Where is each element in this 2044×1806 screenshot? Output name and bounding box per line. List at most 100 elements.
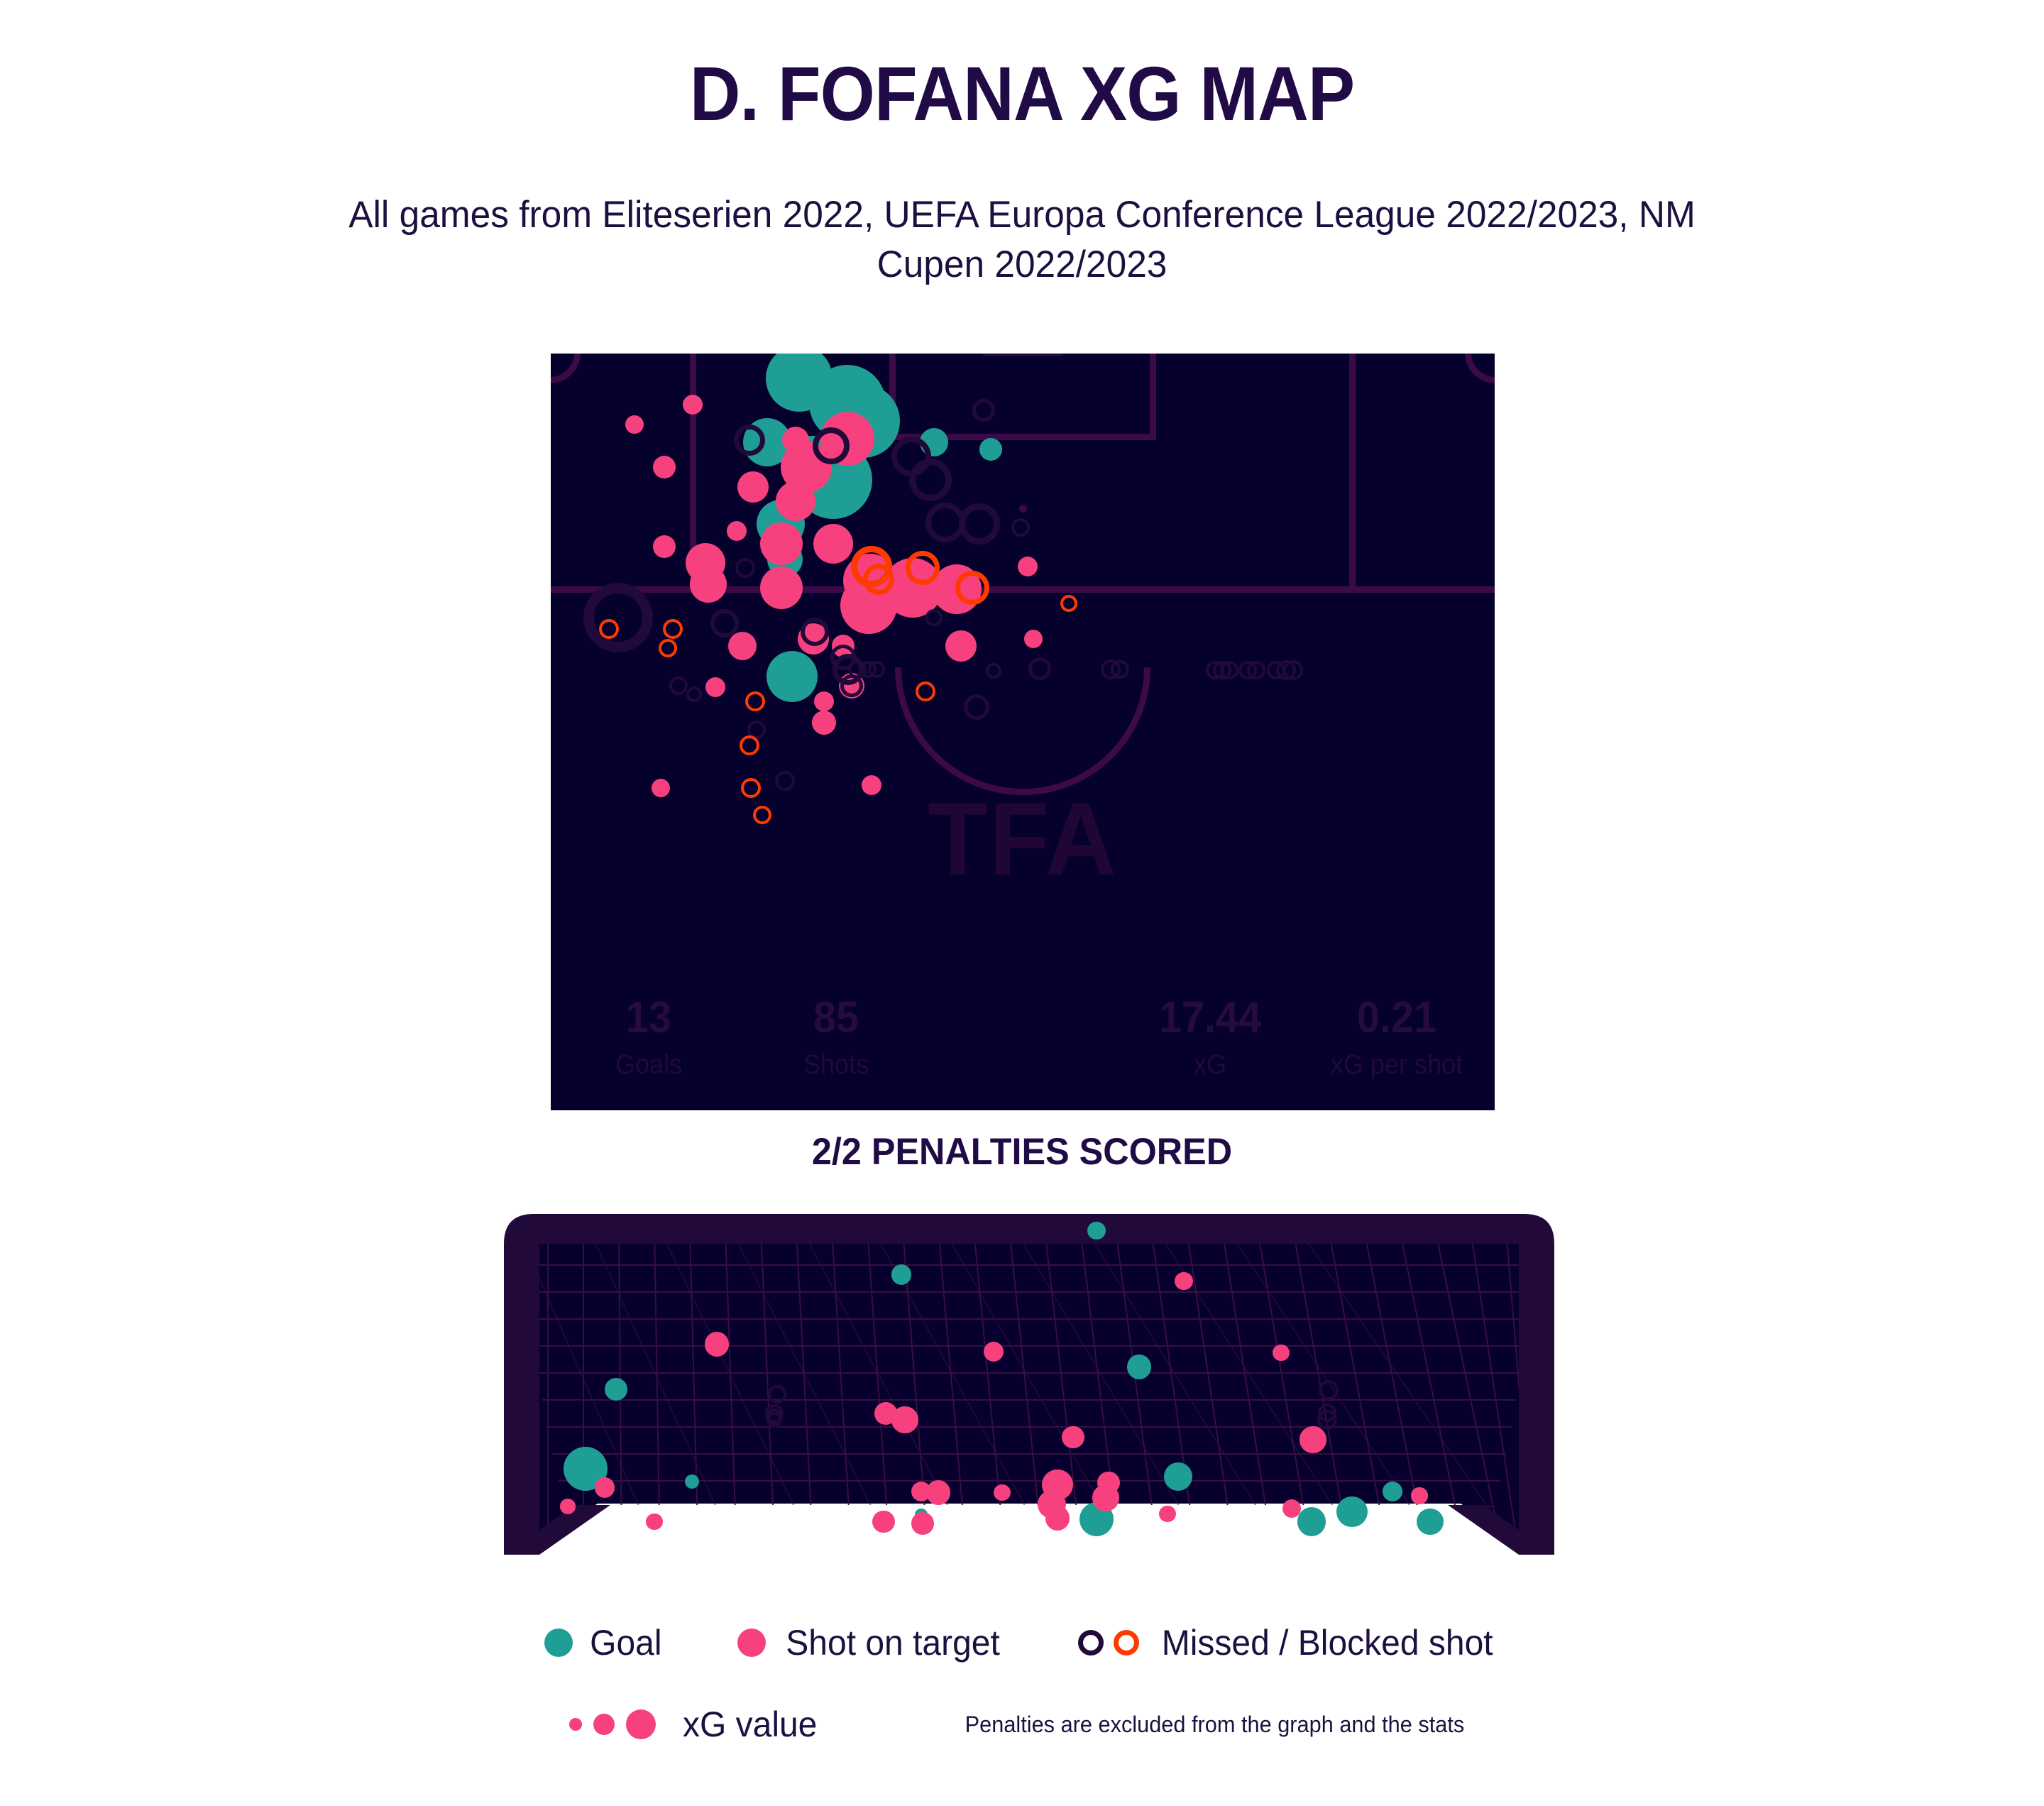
shot-marker-on-target bbox=[704, 1332, 730, 1357]
shot-marker-on-target bbox=[1282, 1499, 1301, 1518]
shot-marker-on-target bbox=[1175, 1271, 1193, 1291]
stat-shots-value: 85 bbox=[813, 993, 859, 1042]
shot-marker-missed bbox=[972, 399, 995, 422]
shot-marker-missed bbox=[734, 425, 765, 456]
stat-xg-label: xG bbox=[1193, 1050, 1226, 1080]
shot-marker-on-target bbox=[1024, 630, 1043, 648]
shot-marker-on-target bbox=[1062, 1425, 1084, 1449]
goal-swatch-icon bbox=[544, 1629, 573, 1657]
shot-marker-goal bbox=[1417, 1508, 1444, 1536]
shot-marker-on-target bbox=[727, 521, 747, 541]
legend-shot-on-target: Shot on target bbox=[737, 1622, 1004, 1663]
shot-marker-missed bbox=[686, 686, 702, 702]
shot-marker-blocked bbox=[599, 619, 619, 639]
shot-marker-on-target bbox=[1018, 557, 1038, 576]
shot-marker-on-target bbox=[760, 567, 803, 609]
shot-marker-on-target bbox=[1273, 1345, 1290, 1362]
shot-marker-goal bbox=[605, 1378, 627, 1401]
shot-marker-blocked bbox=[659, 639, 677, 657]
shot-marker-on-target bbox=[728, 632, 757, 660]
shot-marker-blocked bbox=[663, 619, 683, 639]
shot-marker-on-target bbox=[646, 1514, 663, 1531]
shot-marker-on-target bbox=[760, 522, 803, 565]
shot-marker-on-target bbox=[653, 456, 676, 478]
shot-marker-goal bbox=[684, 1474, 700, 1489]
shot-marker-on-target bbox=[776, 481, 815, 521]
shot-marker-on-target bbox=[813, 524, 853, 564]
shot-marker-on-target bbox=[653, 535, 676, 558]
shot-marker-goal bbox=[1163, 1462, 1193, 1491]
shot-marker-missed bbox=[830, 645, 856, 670]
shot-marker-on-target bbox=[872, 1510, 895, 1533]
shot-marker-blocked bbox=[1060, 595, 1077, 612]
shot-marker-goal bbox=[1126, 1354, 1152, 1379]
blocked-ring-icon bbox=[1113, 1630, 1139, 1656]
shot-marker-goal bbox=[979, 438, 1002, 461]
xg-dot-large-icon bbox=[625, 1709, 656, 1739]
xg-dot-small-icon bbox=[568, 1718, 582, 1731]
shot-marker-blocked bbox=[906, 551, 940, 585]
shot-marker-on-target bbox=[683, 395, 703, 415]
shot-marker-on-target bbox=[625, 415, 644, 434]
tfa-watermark: TFA bbox=[928, 781, 1118, 897]
stat-shots: 85 Shots bbox=[765, 996, 907, 1080]
shot-marker-blocked bbox=[916, 682, 935, 701]
shot-marker-missed bbox=[925, 609, 943, 626]
shot-marker-missed bbox=[813, 427, 850, 464]
shot-marker-on-target bbox=[925, 1480, 951, 1506]
legend-xg-value-label: xG value bbox=[682, 1704, 818, 1744]
shot-marker-on-target bbox=[705, 677, 725, 697]
shot-marker-blocked bbox=[740, 735, 759, 755]
shot-marker-on-target bbox=[945, 630, 977, 662]
legend-secondary: xG value Penalties are excluded from the… bbox=[0, 1704, 2044, 1745]
legend-missed-blocked: Missed / Blocked shot bbox=[1077, 1622, 1500, 1663]
shot-marker-blocked bbox=[745, 691, 765, 711]
shot-marker-goal bbox=[1297, 1507, 1326, 1536]
legend-goal-label: Goal bbox=[590, 1623, 662, 1663]
shot-marker-on-target bbox=[812, 711, 836, 735]
penalties-scored-heading: 2/2 PENALTIES SCORED bbox=[811, 1131, 1233, 1173]
legend-primary: Goal Shot on target Missed / Blocked sho… bbox=[0, 1622, 2044, 1663]
shot-marker-on-target bbox=[560, 1499, 576, 1515]
shot-marker-missed bbox=[710, 609, 739, 637]
stat-goals: 13 Goals bbox=[578, 996, 720, 1080]
shot-marker-blocked bbox=[863, 564, 894, 595]
stat-goals-value: 13 bbox=[625, 993, 672, 1042]
penalty-spot bbox=[1019, 505, 1027, 513]
legend-shot-on-target-label: Shot on target bbox=[785, 1623, 1000, 1663]
shot-marker-on-target bbox=[1159, 1506, 1176, 1523]
xg-dot-medium-icon bbox=[593, 1714, 615, 1735]
shot-marker-missed bbox=[1011, 518, 1030, 537]
shot-marker-missed bbox=[959, 503, 1000, 544]
shot-on-target-swatch-icon bbox=[737, 1629, 766, 1657]
stat-xg-per-shot: 0.21 xG per shot bbox=[1326, 996, 1468, 1080]
goal-mouth-map bbox=[497, 1200, 1561, 1604]
missed-ring-icon bbox=[1077, 1630, 1104, 1656]
shot-marker-on-target bbox=[911, 1512, 934, 1535]
penalties-note: Penalties are excluded from the graph an… bbox=[965, 1711, 1465, 1737]
stat-xg: 17.44 xG bbox=[1139, 996, 1281, 1080]
shot-marker-blocked bbox=[955, 571, 989, 605]
shot-marker-on-target bbox=[983, 1341, 1004, 1362]
corner-arc-right bbox=[1465, 354, 1495, 383]
shot-marker-on-target bbox=[891, 1406, 918, 1433]
stat-xg-per-shot-label: xG per shot bbox=[1330, 1050, 1463, 1080]
shot-marker-goal bbox=[1087, 1221, 1106, 1240]
xg-size-scale: xG value bbox=[568, 1704, 820, 1745]
stat-shots-label: Shots bbox=[803, 1050, 869, 1080]
shot-marker-goal bbox=[1336, 1496, 1368, 1527]
goal-frame-line bbox=[983, 354, 1062, 356]
goal-mouth-shot-markers bbox=[497, 1200, 1561, 1604]
xg-map-infographic: D. FOFANA XG MAP All games from Eliteser… bbox=[0, 0, 2044, 1806]
shot-marker-on-target bbox=[1300, 1426, 1326, 1453]
shot-marker-missed bbox=[801, 618, 829, 646]
shot-marker-goal bbox=[766, 651, 818, 702]
shot-marker-goal bbox=[891, 1264, 912, 1286]
shot-marker-on-target bbox=[594, 1477, 615, 1499]
corner-arc-left bbox=[551, 354, 581, 383]
page-subtitle: All games from Eliteserien 2022, UEFA Eu… bbox=[348, 194, 1696, 286]
page-title: D. FOFANA XG MAP bbox=[689, 50, 1355, 136]
shot-marker-missed bbox=[909, 459, 952, 501]
stats-row: 13 Goals 85 Shots 17.44 xG 0.21 xG per s… bbox=[551, 996, 1495, 1080]
shot-marker-missed bbox=[735, 558, 755, 578]
